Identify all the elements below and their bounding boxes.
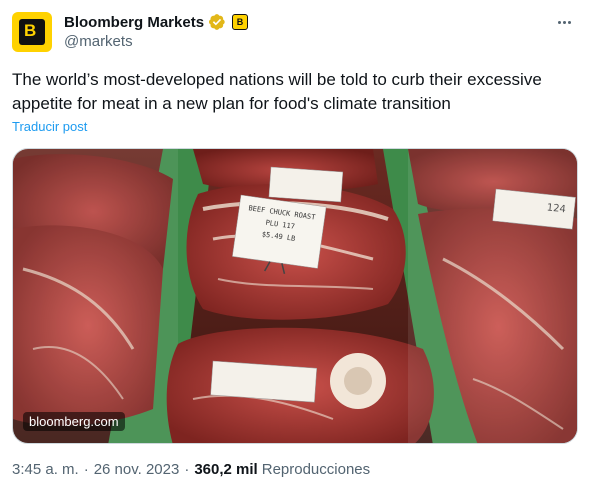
avatar-letter: B xyxy=(24,21,37,40)
views-count: 360,2 mil xyxy=(194,461,258,478)
handle[interactable]: @markets xyxy=(64,33,133,50)
verified-badge-icon[interactable] xyxy=(208,13,226,31)
link-domain-label: bloomberg.com xyxy=(23,412,125,431)
tweet-text: The world’s most-developed nations will … xyxy=(12,70,542,113)
meta-separator: · xyxy=(83,461,89,478)
tweet-metadata: 3:45 a. m. · 26 nov. 2023 · 360,2 mil Re… xyxy=(12,461,370,478)
avatar[interactable]: B xyxy=(12,12,52,52)
name-row: Bloomberg Markets B xyxy=(64,12,249,32)
tweet[interactable]: B Bloomberg Markets B @markets The world… xyxy=(0,0,590,490)
price-tag-bottom xyxy=(210,360,318,403)
more-icon xyxy=(557,20,571,24)
meta-separator: · xyxy=(184,461,190,478)
affiliate-badge-letter: B xyxy=(236,16,244,27)
meat-display-photo: BEEF CHUCK ROAST PLU 117 $5.49 LB 124 xyxy=(13,149,577,443)
link-card-image[interactable]: BEEF CHUCK ROAST PLU 117 $5.49 LB 124 bl… xyxy=(12,148,578,444)
views-label: Reproducciones xyxy=(261,461,371,478)
display-name[interactable]: Bloomberg Markets xyxy=(64,14,204,31)
translate-post-link[interactable]: Traducir post xyxy=(12,119,87,134)
tweet-date[interactable]: 26 nov. 2023 xyxy=(94,461,180,478)
more-options-button[interactable] xyxy=(552,12,576,32)
tweet-time[interactable]: 3:45 a. m. xyxy=(12,461,79,478)
price-tag-top xyxy=(268,166,344,203)
bloomberg-logo: B xyxy=(19,19,45,45)
affiliate-badge[interactable]: B xyxy=(232,14,249,30)
price-tag-text: 124 xyxy=(546,202,566,215)
